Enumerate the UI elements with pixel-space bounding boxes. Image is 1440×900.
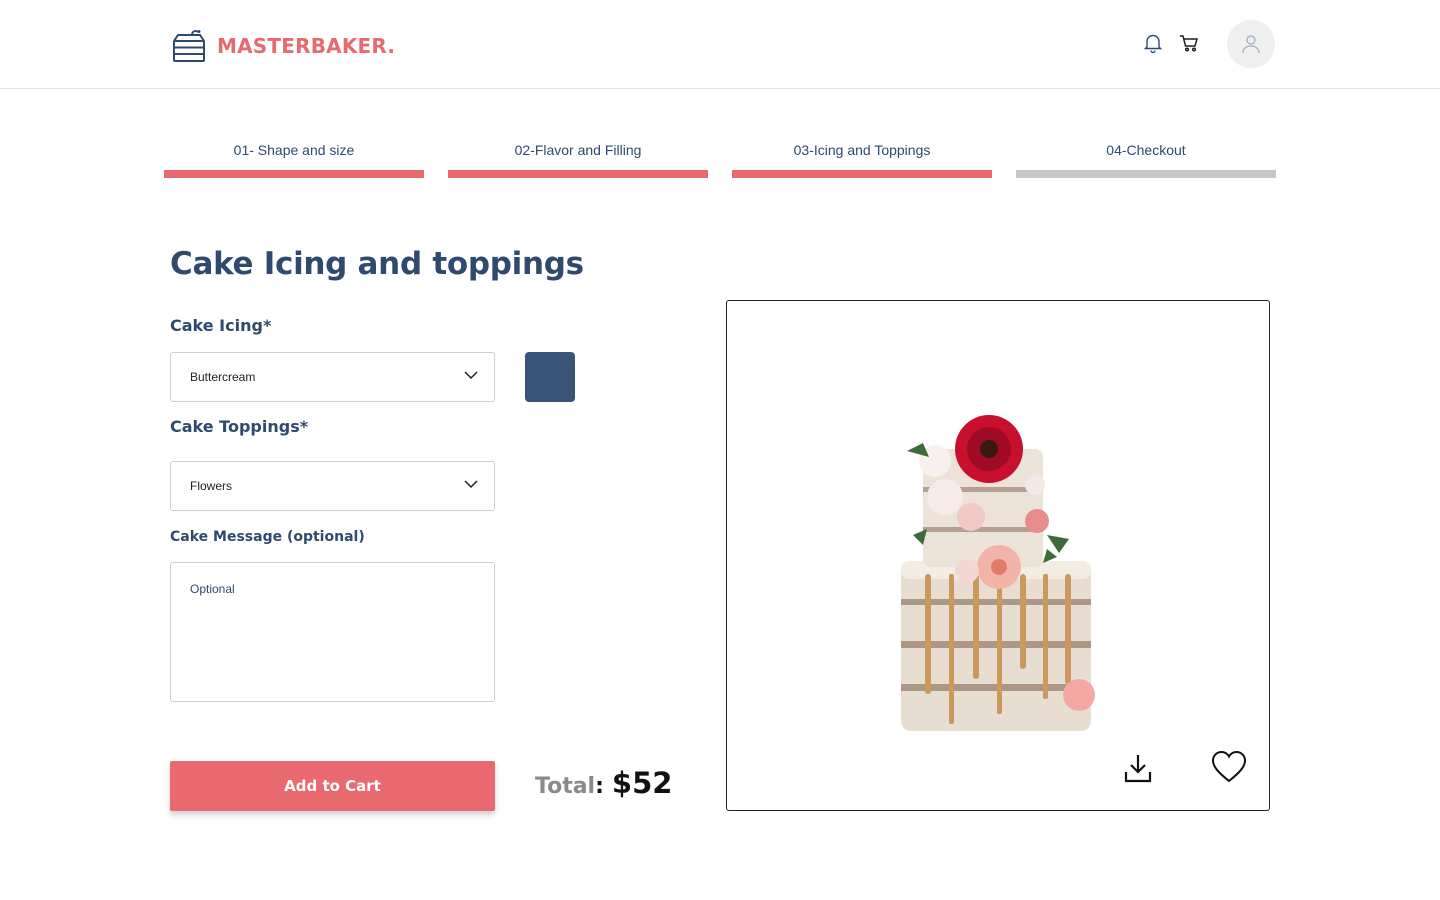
toppings-selected-value: Flowers	[190, 479, 233, 493]
icing-color-swatch[interactable]	[525, 352, 575, 402]
chevron-down-icon	[464, 371, 478, 380]
cake-preview-panel	[726, 300, 1270, 811]
brand-name: MASTERBAKER.	[217, 34, 396, 58]
message-label: Cake Message (optional)	[170, 529, 365, 545]
user-icon	[1242, 35, 1260, 54]
total-colon: :	[595, 774, 604, 799]
order-total: Total : $52	[535, 766, 672, 800]
user-avatar[interactable]	[1227, 20, 1275, 68]
cake-message-textarea[interactable]	[170, 562, 495, 702]
total-price: $52	[611, 766, 673, 800]
step-progress-bar	[732, 170, 992, 178]
download-icon[interactable]	[1123, 752, 1153, 784]
step-progress-bar	[164, 170, 424, 178]
total-label: Total	[535, 774, 596, 799]
toppings-select[interactable]: Flowers	[170, 461, 495, 511]
step-label: 02-Flavor and Filling	[514, 142, 642, 158]
step-label: 01- Shape and size	[233, 142, 355, 158]
step-icing-toppings[interactable]: 03-Icing and Toppings	[732, 142, 992, 178]
cart-icon[interactable]	[1178, 32, 1200, 54]
cake-logo-icon	[173, 30, 205, 62]
step-checkout[interactable]: 04-Checkout	[1016, 142, 1276, 178]
toppings-label: Cake Toppings*	[170, 417, 309, 436]
add-to-cart-button[interactable]: Add to Cart	[170, 761, 495, 811]
icing-selected-value: Buttercream	[190, 370, 256, 384]
page-title: Cake Icing and toppings	[170, 246, 584, 282]
brand-logo[interactable]: MASTERBAKER.	[170, 28, 395, 64]
step-progress-bar	[1016, 170, 1276, 178]
step-label: 04-Checkout	[1106, 142, 1186, 158]
step-label: 03-Icing and Toppings	[793, 142, 931, 158]
bell-icon[interactable]	[1142, 32, 1164, 54]
cake-preview-image	[901, 415, 1095, 731]
step-flavor-filling[interactable]: 02-Flavor and Filling	[448, 142, 708, 178]
icing-select[interactable]: Buttercream	[170, 352, 495, 402]
heart-icon[interactable]	[1211, 750, 1247, 784]
step-progress-bar	[448, 170, 708, 178]
icing-label: Cake Icing*	[170, 316, 272, 335]
step-shape-size[interactable]: 01- Shape and size	[164, 142, 424, 178]
chevron-down-icon	[464, 480, 478, 489]
top-header: MASTERBAKER.	[0, 0, 1440, 89]
